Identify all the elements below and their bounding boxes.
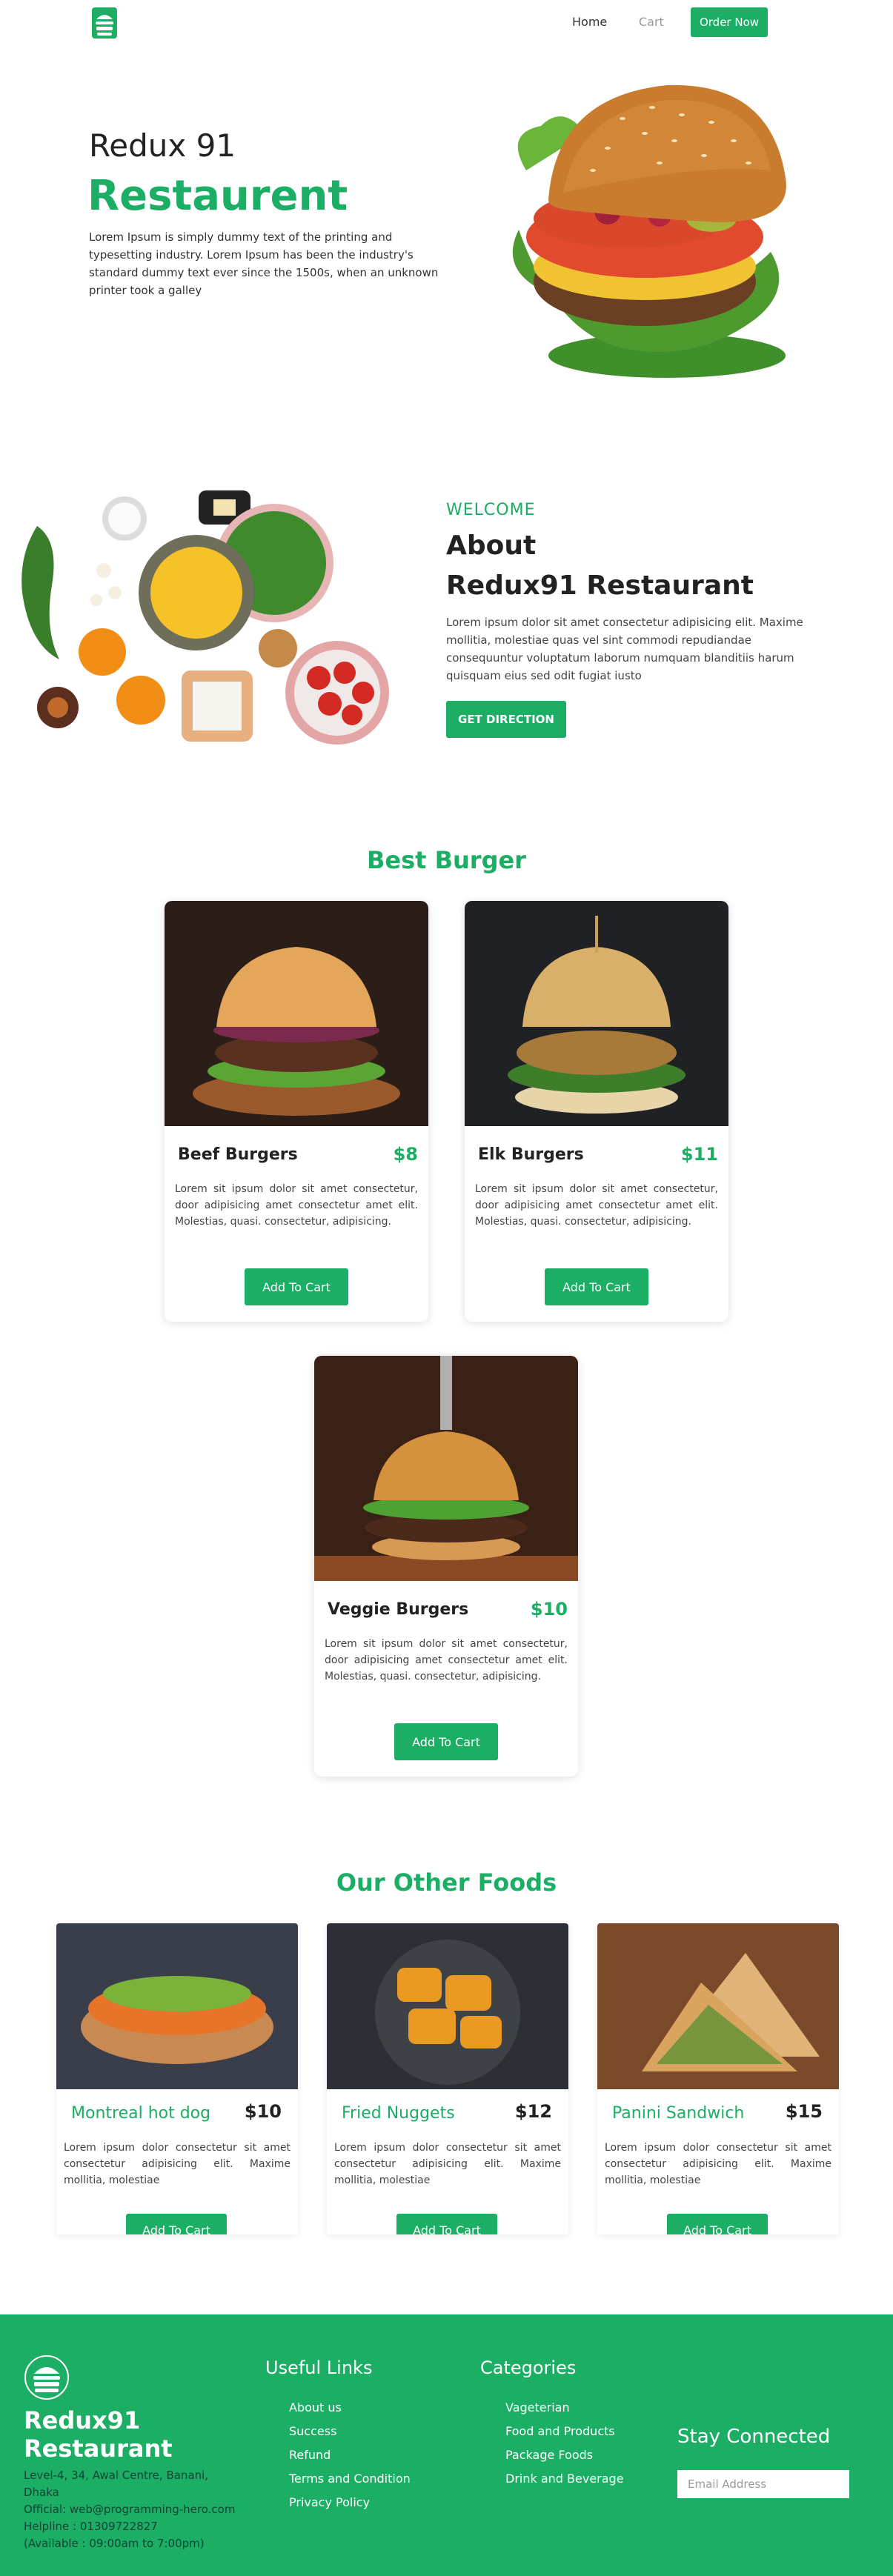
burger-name: Veggie Burgers [328, 1600, 469, 1619]
veggie-burger-image [314, 1356, 578, 1581]
burger-name: Beef Burgers [178, 1145, 298, 1164]
burger-description: Lorem sit ipsum dolor sit amet consectet… [325, 1638, 568, 1683]
footer-address: Level-4, 34, Awal Centre, Banani, Dhaka … [24, 2467, 246, 2552]
hero-burger-image [512, 84, 786, 378]
hero-subtitle: Redux 91 [89, 127, 236, 164]
food-price: $15 [785, 2101, 823, 2122]
food-card-panini: Panini Sandwich $15 Lorem ipsum dolor co… [597, 1923, 839, 2234]
address-line: Level-4, 34, Awal Centre, Banani, Dhaka [24, 2469, 209, 2499]
add-to-cart-button[interactable]: Add To Cart [545, 1268, 648, 1305]
panini-image [597, 1923, 839, 2089]
burger-card-veggie: Veggie Burgers $10 Lorem sit ipsum dolor… [314, 1356, 578, 1777]
footer-brand-name: Redux91 [24, 2406, 141, 2434]
add-to-cart-button[interactable]: Add To Cart [394, 1723, 498, 1760]
food-price: $10 [244, 2101, 282, 2122]
helpline: Helpline : 01309722827 [24, 2520, 158, 2533]
get-direction-button[interactable]: GET DIRECTION [446, 701, 566, 738]
ingredients-image [21, 490, 389, 745]
footer-brand-name: Restaurant [24, 2434, 173, 2463]
food-description: Lorem ipsum dolor consectetur sit amet c… [605, 2142, 831, 2186]
category-link[interactable]: Vageterian [505, 2396, 624, 2420]
burger-name: Elk Burgers [478, 1145, 584, 1164]
add-to-cart-button[interactable]: Add To Cart [667, 2214, 768, 2234]
food-name: Fried Nuggets [342, 2104, 455, 2123]
add-to-cart-button[interactable]: Add To Cart [396, 2214, 497, 2234]
nuggets-image [327, 1923, 568, 2089]
nav-home-link[interactable]: Home [572, 15, 607, 29]
add-to-cart-button[interactable]: Add To Cart [245, 1268, 348, 1305]
about-restaurant-heading: Redux91 Restaurant [446, 570, 754, 601]
hero-text: Lorem Ipsum is simply dummy text of the … [89, 230, 439, 297]
email-line: Official: web@programming-hero.com [24, 2503, 236, 2516]
nav-cart-link[interactable]: Cart [639, 15, 664, 29]
stay-connected-title: Stay Connected [677, 2426, 831, 2448]
burger-logo-icon[interactable] [87, 6, 122, 40]
burger-price: $10 [530, 1599, 568, 1620]
hero-title: Restaurent [87, 172, 348, 220]
order-now-button[interactable]: Order Now [691, 7, 768, 37]
about-heading: About [446, 530, 537, 561]
category-link[interactable]: Drink and Beverage [505, 2467, 624, 2491]
food-description: Lorem ipsum dolor consectetur sit amet c… [64, 2142, 291, 2186]
burger-price: $11 [680, 1144, 718, 1165]
footer-link[interactable]: Success [289, 2420, 411, 2443]
best-burger-title: Best Burger [367, 846, 526, 874]
food-card-nuggets: Fried Nuggets $12 Lorem ipsum dolor cons… [327, 1923, 568, 2234]
footer-link[interactable]: About us [289, 2396, 411, 2420]
food-name: Panini Sandwich [612, 2104, 745, 2123]
burger-card-elk: Elk Burgers $11 Lorem sit ipsum dolor si… [465, 901, 728, 1322]
footer-link[interactable]: Privacy Policy [289, 2491, 411, 2515]
food-card-hotdog: Montreal hot dog $10 Lorem ipsum dolor c… [56, 1923, 298, 2234]
hotdog-image [56, 1923, 298, 2089]
add-to-cart-button[interactable]: Add To Cart [126, 2214, 227, 2234]
burger-logo-icon [24, 2355, 69, 2400]
burger-description: Lorem sit ipsum dolor sit amet consectet… [175, 1183, 418, 1228]
footer-link[interactable]: Terms and Condition [289, 2467, 411, 2491]
about-text: Lorem ipsum dolor sit amet consectetur a… [446, 616, 803, 682]
burger-card-beef: Beef Burgers $8 Lorem sit ipsum dolor si… [165, 901, 428, 1322]
footer: Redux91 Restaurant Level-4, 34, Awal Cen… [0, 2314, 893, 2576]
useful-links-title: Useful Links [265, 2357, 373, 2378]
top-nav: Home Cart Order Now [0, 0, 893, 46]
footer-link[interactable]: Refund [289, 2443, 411, 2467]
categories-title: Categories [480, 2357, 577, 2378]
food-description: Lorem ipsum dolor consectetur sit amet c… [334, 2142, 561, 2186]
food-name: Montreal hot dog [71, 2104, 211, 2123]
other-foods-title: Our Other Foods [336, 1868, 557, 1897]
elk-burger-image [465, 901, 728, 1126]
categories-list: Vageterian Food and Products Package Foo… [505, 2396, 624, 2491]
category-link[interactable]: Food and Products [505, 2420, 624, 2443]
beef-burger-image [165, 901, 428, 1126]
available-hours: (Available : 09:00am to 7:00pm) [24, 2537, 205, 2550]
category-link[interactable]: Package Foods [505, 2443, 624, 2467]
useful-links-list: About us Success Refund Terms and Condit… [289, 2396, 411, 2515]
burger-description: Lorem sit ipsum dolor sit amet consectet… [475, 1183, 718, 1228]
burger-price: $8 [393, 1144, 418, 1165]
food-price: $12 [514, 2101, 552, 2122]
welcome-label: WELCOME [446, 501, 536, 519]
email-field[interactable] [677, 2470, 849, 2498]
